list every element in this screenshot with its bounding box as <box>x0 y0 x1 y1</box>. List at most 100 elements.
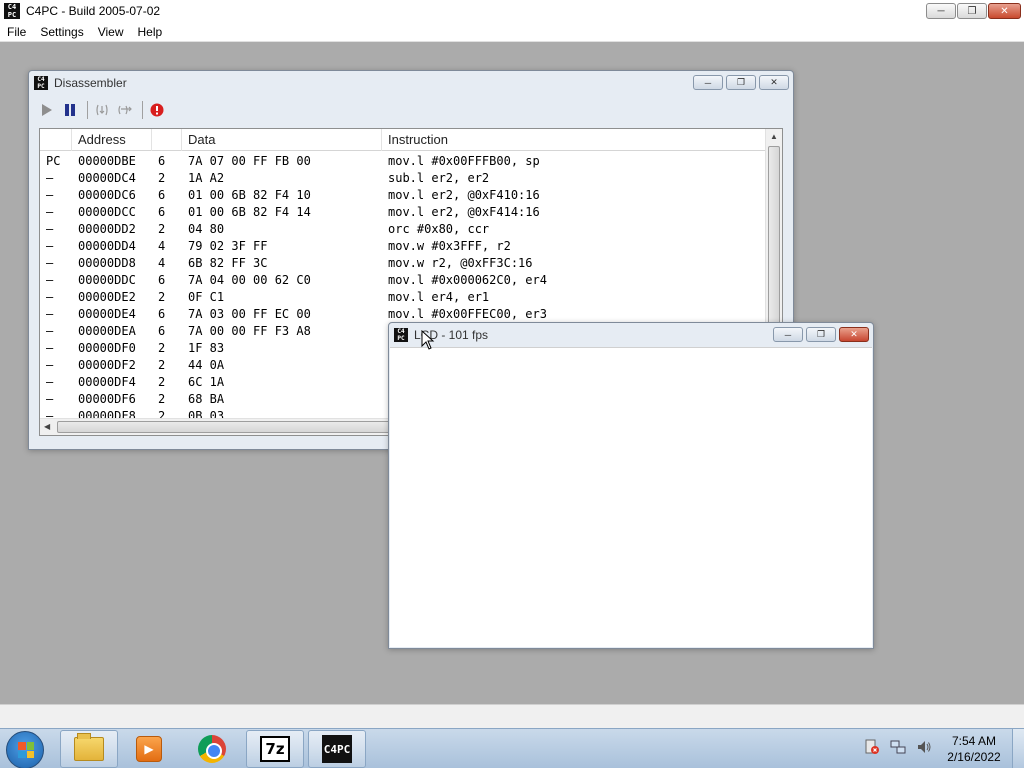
row-data: 7A 00 00 FF F3 A8 <box>188 324 311 338</box>
taskbar-media-player[interactable]: ▶ <box>120 730 178 768</box>
row-mark: – <box>46 358 54 372</box>
row-length: 2 <box>158 375 166 389</box>
pause-button[interactable] <box>60 100 80 120</box>
step-over-button[interactable] <box>115 100 135 120</box>
table-row[interactable]: – 00000DD4 4 79 02 3F FF mov.w #0x3FFF, r2 <box>40 238 767 255</box>
row-instruction: sub.l er2, er2 <box>388 171 490 185</box>
lcd-display[interactable] <box>390 347 872 647</box>
taskbar-chrome[interactable] <box>183 730 241 768</box>
header-length[interactable] <box>152 129 182 151</box>
disassembler-titlebar[interactable]: C4 PC Disassembler ─ ❐ ✕ <box>29 71 793 95</box>
row-mark: – <box>46 290 54 304</box>
row-mark: – <box>46 392 54 406</box>
row-length: 6 <box>158 273 166 287</box>
lcd-titlebar[interactable]: C4 PC LCD - 101 fps ─ ❐ ✕ <box>389 323 873 347</box>
row-data: 6C 1A <box>188 375 225 389</box>
app-maximize-button[interactable]: ❐ <box>957 3 987 19</box>
table-row[interactable]: – 00000DDC 6 7A 04 00 00 62 C0 mov.l #0x0000… <box>40 272 767 289</box>
app-close-button[interactable]: ✕ <box>988 3 1021 19</box>
header-data[interactable]: Data <box>182 129 382 151</box>
disassembler-window-icon: C4 PC <box>34 76 48 90</box>
show-desktop-button[interactable] <box>1012 729 1024 768</box>
table-row[interactable]: PC 00000DBE 6 7A 07 00 FF FB 00 mov.l #0x00F… <box>40 153 767 170</box>
menu-settings[interactable]: Settings <box>33 25 90 39</box>
table-row[interactable]: – 00000DCC 6 01 00 6B 82 F4 14 mov.l er2, @0… <box>40 204 767 221</box>
row-mark: – <box>46 375 54 389</box>
folder-icon <box>74 733 104 761</box>
play-icon <box>42 104 52 116</box>
row-mark: – <box>46 205 54 219</box>
chrome-icon <box>198 735 226 763</box>
disassembler-title: Disassembler <box>54 76 127 90</box>
header-address[interactable]: Address <box>72 129 152 151</box>
close-icon: ✕ <box>770 77 778 87</box>
status-bar <box>0 704 1024 728</box>
7zip-icon: 7z <box>260 736 290 762</box>
row-length: 2 <box>158 341 166 355</box>
close-icon: ✕ <box>850 329 858 339</box>
disassembler-maximize-button[interactable]: ❐ <box>726 75 756 90</box>
lcd-minimize-button[interactable]: ─ <box>773 327 803 342</box>
row-length: 2 <box>158 358 166 372</box>
menu-view[interactable]: View <box>91 25 131 39</box>
row-data: 7A 04 00 00 62 C0 <box>188 273 311 287</box>
row-address: 00000DD8 <box>78 256 136 270</box>
lcd-close-button[interactable]: ✕ <box>839 327 869 342</box>
row-length: 2 <box>158 222 166 236</box>
row-length: 6 <box>158 154 166 168</box>
disassembler-minimize-button[interactable]: ─ <box>693 75 723 90</box>
row-data: 04 80 <box>188 222 225 236</box>
start-button[interactable] <box>6 731 44 768</box>
app-icon[interactable]: C4 PC <box>4 3 20 19</box>
taskbar-explorer[interactable] <box>60 730 118 768</box>
lcd-maximize-button[interactable]: ❐ <box>806 327 836 342</box>
menu-help[interactable]: Help <box>131 25 170 39</box>
row-mark: – <box>46 256 54 270</box>
table-row[interactable]: – 00000DD8 4 6B 82 FF 3C mov.w r2, @0xFF3C:1… <box>40 255 767 272</box>
row-instruction: mov.w r2, @0xFF3C:16 <box>388 256 533 270</box>
action-center-icon[interactable] <box>864 739 880 755</box>
table-row[interactable]: – 00000DE2 2 0F C1 mov.l er4, er1 <box>40 289 767 306</box>
row-address: 00000DF2 <box>78 358 136 372</box>
table-row[interactable]: – 00000DD2 2 04 80 orc #0x80, ccr <box>40 221 767 238</box>
row-mark: – <box>46 324 54 338</box>
row-length: 6 <box>158 324 166 338</box>
table-row[interactable]: – 00000DC4 2 1A A2 sub.l er2, er2 <box>40 170 767 187</box>
scroll-left-icon[interactable]: ◀ <box>44 422 50 431</box>
row-mark: – <box>46 341 54 355</box>
network-icon[interactable] <box>890 739 906 755</box>
app-title: C4PC - Build 2005-07-02 <box>26 4 161 18</box>
row-address: 00000DD2 <box>78 222 136 236</box>
disassembler-close-button[interactable]: ✕ <box>759 75 789 90</box>
lcd-window: C4 PC LCD - 101 fps ─ ❐ ✕ <box>388 322 874 649</box>
row-instruction: mov.l er4, er1 <box>388 290 490 304</box>
row-address: 00000DF6 <box>78 392 136 406</box>
taskbar-c4pc[interactable]: C4 PC <box>308 730 366 768</box>
row-instruction: mov.l #0x000062C0, er4 <box>388 273 547 287</box>
app-minimize-button[interactable]: ─ <box>926 3 956 19</box>
taskbar-7zip[interactable]: 7z <box>246 730 304 768</box>
disassembler-toolbar <box>37 99 170 121</box>
row-instruction: orc #0x80, ccr <box>388 222 490 236</box>
header-mark[interactable] <box>40 129 72 151</box>
row-data: 01 00 6B 82 F4 10 <box>188 188 311 202</box>
stop-button[interactable] <box>147 100 167 120</box>
table-row[interactable]: – 00000DE4 6 7A 03 00 FF EC 00 mov.l #0x00FF… <box>40 306 767 323</box>
maximize-icon: ❐ <box>967 5 977 17</box>
clock[interactable]: 7:54 AM 2/16/2022 <box>940 733 1008 765</box>
scroll-up-icon[interactable]: ▲ <box>770 132 778 141</box>
volume-icon[interactable] <box>916 739 932 755</box>
step-into-icon <box>96 104 108 116</box>
minimize-icon: ─ <box>704 77 712 88</box>
row-address: 00000DE2 <box>78 290 136 304</box>
toolbar-separator <box>87 101 88 119</box>
table-row[interactable]: – 00000DC6 6 01 00 6B 82 F4 10 mov.l er2, @0… <box>40 187 767 204</box>
run-button[interactable] <box>37 100 57 120</box>
header-instruction[interactable]: Instruction <box>382 129 767 151</box>
clock-time: 7:54 AM <box>951 734 997 748</box>
row-mark: – <box>46 222 54 236</box>
menu-file[interactable]: File <box>0 25 33 39</box>
maximize-icon: ❐ <box>816 329 826 339</box>
taskbar: ▶ 7z C4 PC 7:54 AM 2/16/2022 <box>0 728 1024 768</box>
step-into-button[interactable] <box>92 100 112 120</box>
